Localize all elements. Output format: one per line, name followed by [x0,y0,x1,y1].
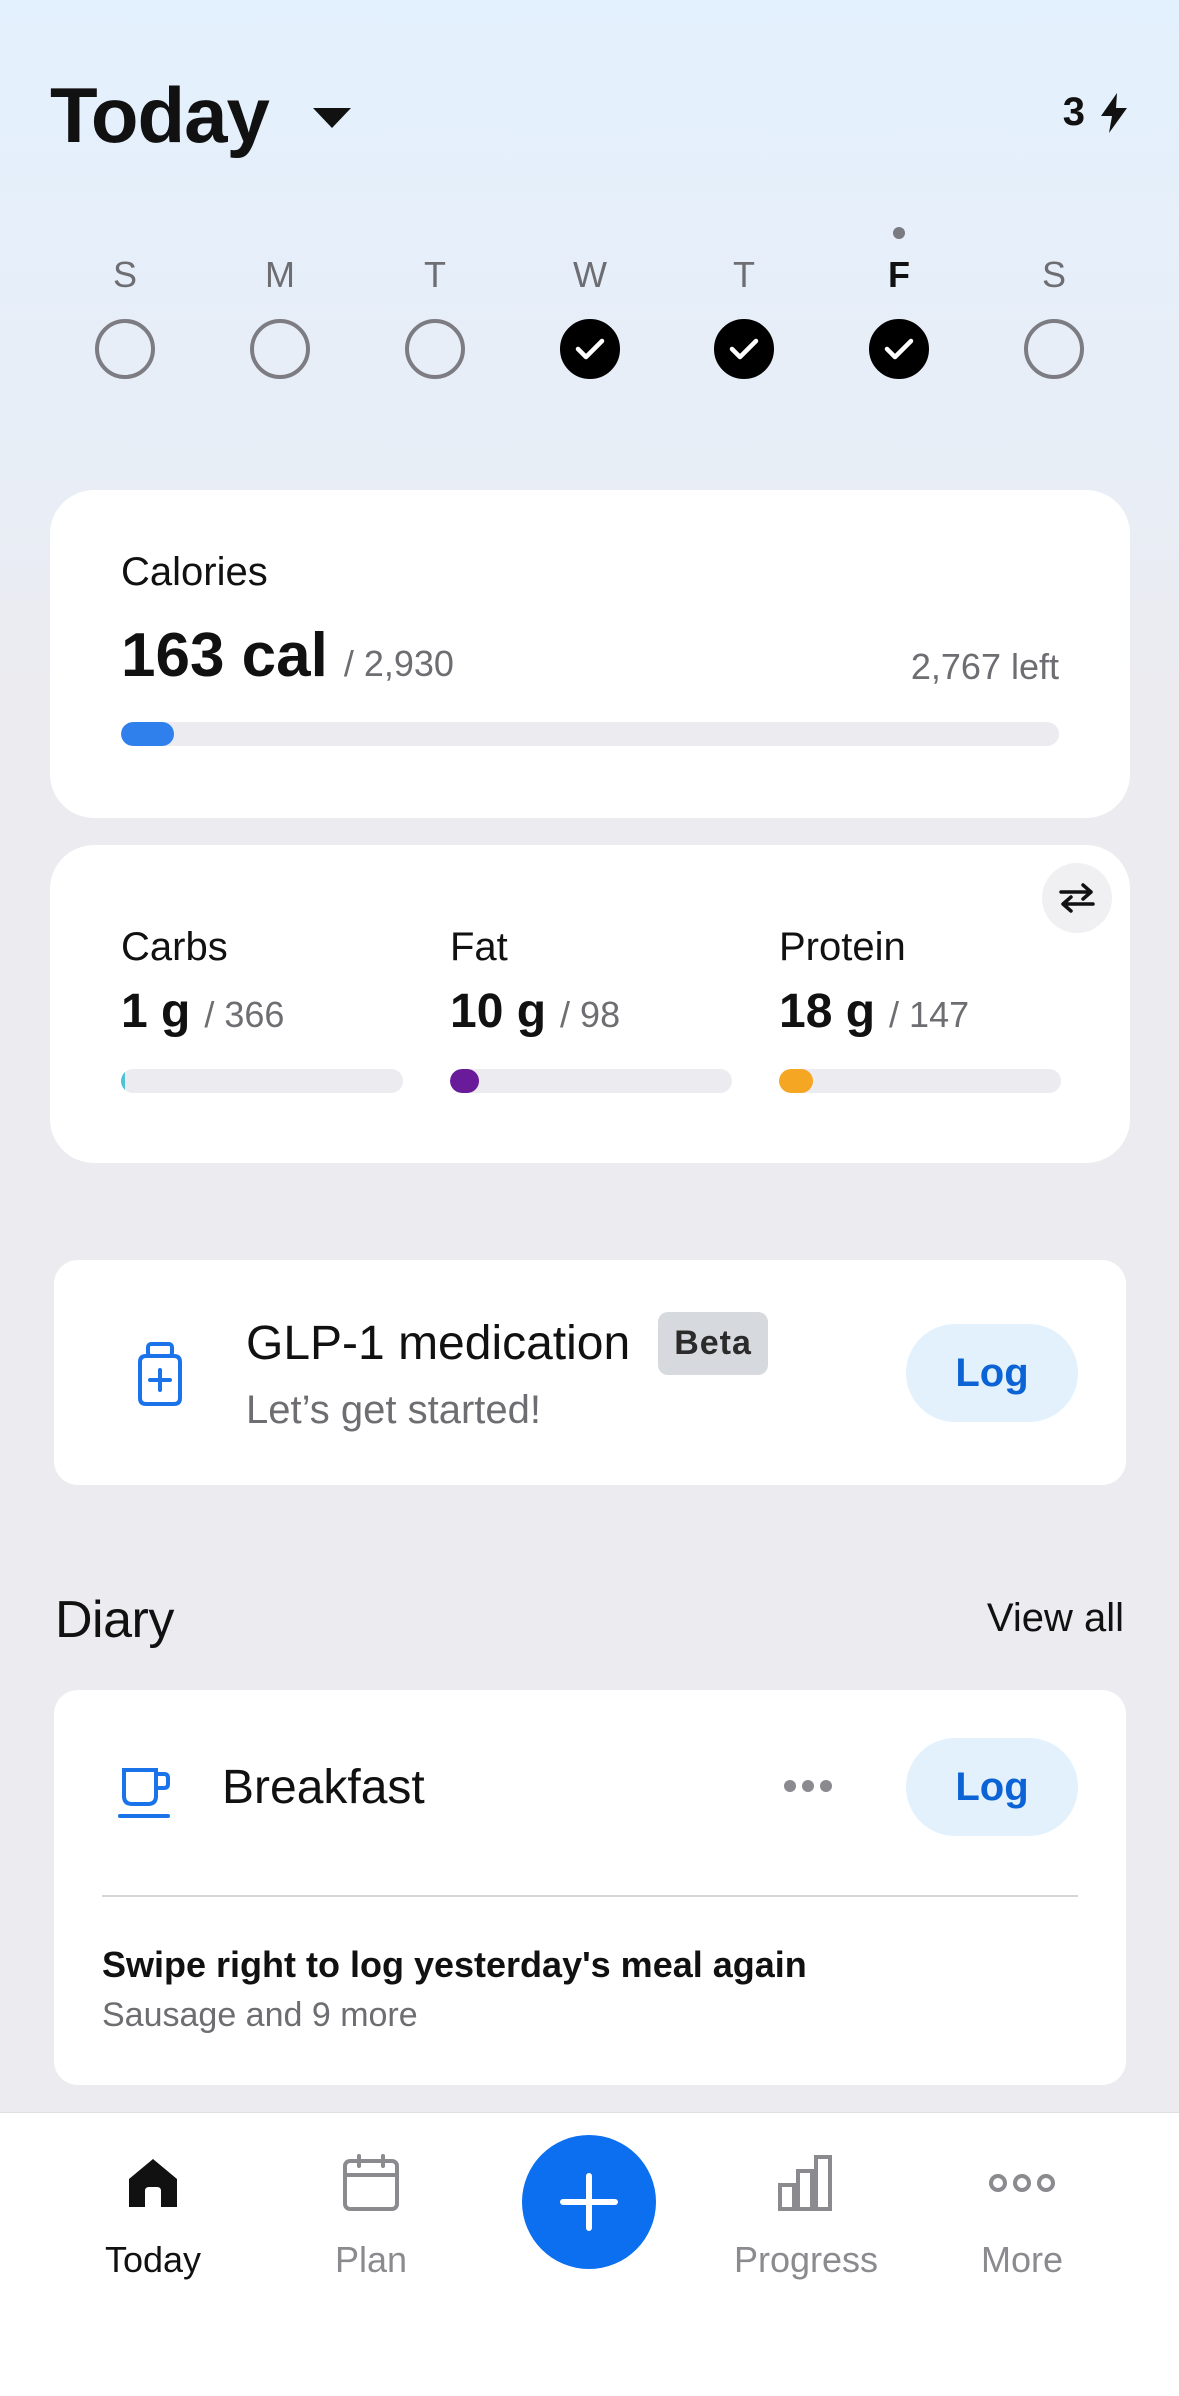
add-button[interactable] [522,2135,656,2269]
day-wednesday[interactable]: W [535,215,645,379]
coffee-cup-icon [118,1768,170,1818]
tab-bar: Today Plan Progress More [0,2112,1179,2396]
tab-more[interactable]: More [922,2147,1122,2281]
bar-chart-icon [778,2155,832,2211]
day-sunday[interactable]: S [70,215,180,379]
macro-goal: / 366 [204,994,285,1035]
home-icon [129,2159,177,2207]
day-letter: W [573,254,607,295]
macro-label: Carbs [121,925,228,969]
day-letter: T [424,254,446,295]
macro-label: Fat [450,925,508,969]
caret-down-icon [312,107,351,128]
macro-amount: 1 g [121,985,191,1038]
tab-progress[interactable]: Progress [706,2147,906,2281]
day-letter: S [1041,254,1066,295]
macro-carbs: Carbs 1 g / 366 [121,925,403,1093]
view-all-link[interactable]: View all [987,1596,1124,1641]
macros-card[interactable]: Carbs 1 g / 366 Fat 10 g / 98 Protein 18… [50,845,1130,1163]
macro-progress-fill [121,1069,125,1093]
swipe-hint-title: Swipe right to log yesterday's meal agai… [102,1944,807,1985]
calories-card[interactable]: Calories 163 cal / 2,930 2,767 left [50,490,1130,818]
tab-label: Progress [733,2239,879,2280]
breakfast-card[interactable]: Breakfast Log Swipe right to log yesterd… [54,1690,1126,2085]
macro-fat: Fat 10 g / 98 [450,925,732,1093]
glp1-log-button[interactable]: Log [906,1324,1078,1422]
glp1-card[interactable]: GLP-1 medication Beta Let’s get started!… [54,1260,1126,1485]
divider [102,1895,1078,1897]
day-status-check-icon [869,319,929,379]
tab-label: Today [104,2239,202,2280]
date-selector[interactable]: Today [50,70,351,161]
macro-goal: / 98 [560,994,621,1035]
day-letter: F [888,254,910,295]
tab-today[interactable]: Today [53,2147,253,2281]
day-status-check-icon [560,319,620,379]
glp1-title-row: GLP-1 medication Beta [246,1312,768,1375]
macro-progress-bar [779,1069,1061,1093]
diary-title: Diary [55,1591,174,1649]
calendar-icon [343,2154,399,2211]
calories-label: Calories [121,550,268,594]
day-saturday[interactable]: S [999,215,1109,379]
tab-label: More [980,2239,1064,2280]
more-dots-icon [989,2174,1055,2192]
swap-view-button[interactable] [1042,863,1112,933]
today-marker [893,227,905,239]
week-strip: S M T W T F S [50,215,1129,385]
macro-value: 10 g / 98 [450,984,732,1039]
beta-badge: Beta [658,1312,768,1375]
medication-bottle-icon [138,1342,182,1406]
macro-label: Protein [779,925,906,969]
macro-amount: 10 g [450,985,547,1038]
streak-count: 3 [1062,90,1085,134]
day-letter: M [265,254,295,295]
day-friday[interactable]: F [844,215,954,379]
calories-progress-fill [121,722,174,746]
calories-value: 163 cal / 2,930 [121,620,454,691]
macro-value: 1 g / 366 [121,984,403,1039]
macro-progress-bar [450,1069,732,1093]
more-options-icon[interactable] [784,1780,832,1792]
macro-progress-fill [450,1069,479,1093]
breakfast-title: Breakfast [222,1761,425,1814]
glp1-title: GLP-1 medication [246,1317,631,1370]
breakfast-log-button[interactable]: Log [906,1738,1078,1836]
calories-progress-bar [121,722,1059,746]
tab-label: Plan [334,2239,408,2280]
day-status-check-icon [714,319,774,379]
macro-progress-fill [779,1069,814,1093]
day-monday[interactable]: M [225,215,335,379]
swap-arrows-icon [1059,883,1095,913]
swipe-hint-subtitle: Sausage and 9 more [102,1996,418,2034]
lightning-icon [1101,92,1127,133]
macro-amount: 18 g [779,985,876,1038]
header: Today 3 [50,70,1129,160]
macro-protein: Protein 18 g / 147 [779,925,1061,1093]
day-status-empty-icon [95,319,155,379]
calories-goal: / 2,930 [343,643,454,684]
diary-header: Diary View all [55,1590,1124,1650]
plus-icon [560,2173,618,2231]
glp1-subtitle: Let’s get started! [246,1388,541,1432]
day-thursday[interactable]: T [689,215,799,379]
day-tuesday[interactable]: T [380,215,490,379]
day-status-empty-icon [250,319,310,379]
day-status-empty-icon [1024,319,1084,379]
day-status-empty-icon [405,319,465,379]
day-letter: T [733,254,755,295]
tab-plan[interactable]: Plan [271,2147,471,2281]
streak-indicator[interactable]: 3 [1063,90,1129,135]
day-letter: S [112,254,137,295]
calories-consumed: 163 cal [121,621,328,690]
page-title: Today [50,71,270,159]
calories-left: 2,767 left [910,646,1059,687]
macro-value: 18 g / 147 [779,984,1061,1039]
macro-progress-bar [121,1069,403,1093]
macro-goal: / 147 [889,994,970,1035]
